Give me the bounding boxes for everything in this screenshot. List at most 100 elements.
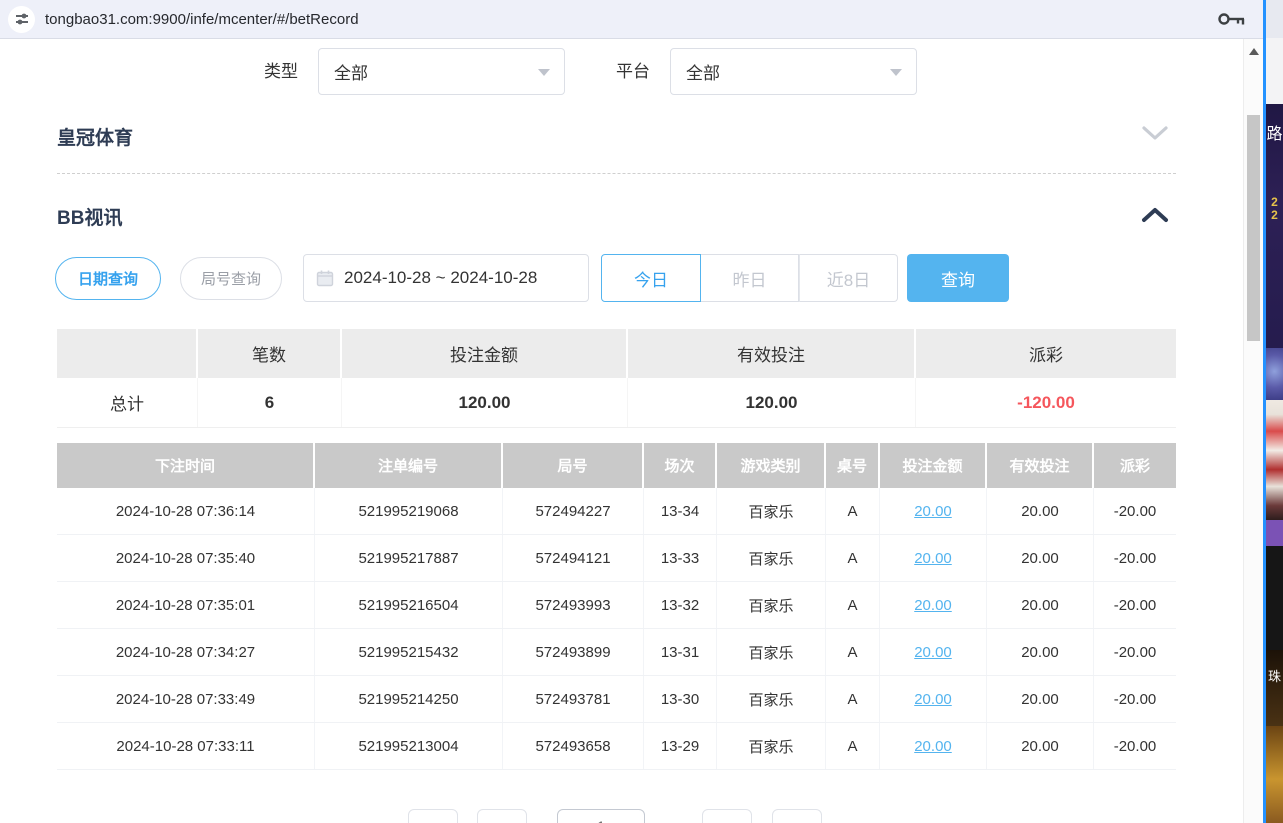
scrollbar-up-arrow-icon[interactable] bbox=[1249, 48, 1259, 55]
cell-table-no: A bbox=[826, 582, 880, 628]
cell-session: 13-31 bbox=[644, 629, 717, 675]
sliver-block bbox=[1266, 520, 1283, 546]
cell-game-type: 百家乐 bbox=[717, 723, 826, 769]
cell-round-no: 572494121 bbox=[503, 535, 644, 581]
pagination-first-button[interactable]: « bbox=[408, 809, 458, 823]
cell-game-type: 百家乐 bbox=[717, 676, 826, 722]
bet-amount-link[interactable]: 20.00 bbox=[914, 597, 952, 614]
tune-icon bbox=[14, 11, 30, 27]
sliver-block bbox=[1266, 0, 1283, 38]
sliver-block bbox=[1266, 348, 1283, 400]
chevron-down-icon bbox=[1141, 125, 1169, 142]
cell-bet-time: 2024-10-28 07:33:11 bbox=[57, 723, 315, 769]
sliver-block bbox=[1266, 38, 1283, 104]
cell-session: 13-30 bbox=[644, 676, 717, 722]
summary-header-valid-bet: 有效投注 bbox=[628, 329, 916, 378]
background-window-sliver: 路 2 2 珠 bbox=[1266, 0, 1283, 823]
table-row: 2024-10-28 07:33:11 521995213004 5724936… bbox=[57, 723, 1176, 770]
pagination-prev-button[interactable]: ‹ bbox=[477, 809, 527, 823]
site-settings-chip[interactable] bbox=[8, 6, 35, 33]
bet-amount-link[interactable]: 20.00 bbox=[914, 503, 952, 520]
browser-address-bar[interactable]: tongbao31.com:9900/infe/mcenter/#/betRec… bbox=[0, 0, 1263, 39]
cell-order-no: 521995216504 bbox=[315, 582, 503, 628]
type-label: 类型 bbox=[264, 48, 298, 95]
date-range-picker[interactable]: 2024-10-28 ~ 2024-10-28 bbox=[303, 254, 589, 302]
cell-valid-bet: 20.00 bbox=[987, 676, 1094, 722]
sliver-block bbox=[1266, 546, 1283, 650]
date-range-value: 2024-10-28 ~ 2024-10-28 bbox=[344, 268, 537, 288]
quick-range-group: 今日 昨日 近8日 bbox=[601, 254, 898, 302]
cell-order-no: 521995215432 bbox=[315, 629, 503, 675]
cell-order-no: 521995214250 bbox=[315, 676, 503, 722]
cell-game-type: 百家乐 bbox=[717, 535, 826, 581]
table-row: 2024-10-28 07:36:14 521995219068 5724942… bbox=[57, 488, 1176, 535]
vertical-scrollbar[interactable] bbox=[1243, 39, 1263, 823]
header-session: 场次 bbox=[644, 443, 717, 488]
header-payout: 派彩 bbox=[1094, 443, 1176, 488]
cell-order-no: 521995217887 bbox=[315, 535, 503, 581]
cell-payout: -20.00 bbox=[1094, 723, 1176, 769]
url-text: tongbao31.com:9900/infe/mcenter/#/betRec… bbox=[45, 11, 359, 28]
cell-round-no: 572493993 bbox=[503, 582, 644, 628]
cell-round-no: 572493658 bbox=[503, 723, 644, 769]
pagination-page-input[interactable]: 1 bbox=[557, 809, 645, 823]
cell-payout: -20.00 bbox=[1094, 582, 1176, 628]
bet-amount-link[interactable]: 20.00 bbox=[914, 691, 952, 708]
cell-order-no: 521995213004 bbox=[315, 723, 503, 769]
caret-down-icon bbox=[538, 69, 550, 76]
cell-game-type: 百家乐 bbox=[717, 582, 826, 628]
bb-section-toggle[interactable] bbox=[1141, 206, 1169, 228]
round-query-tab[interactable]: 局号查询 bbox=[180, 257, 282, 300]
type-select-value: 全部 bbox=[334, 59, 368, 84]
search-button[interactable]: 查询 bbox=[907, 254, 1009, 302]
cell-game-type: 百家乐 bbox=[717, 488, 826, 534]
sliver-block bbox=[1266, 400, 1283, 520]
cell-table-no: A bbox=[826, 535, 880, 581]
today-button[interactable]: 今日 bbox=[601, 254, 701, 302]
bet-amount-link[interactable]: 20.00 bbox=[914, 738, 952, 755]
section-title-bb-video[interactable]: BB视讯 bbox=[57, 203, 122, 230]
crown-section-toggle[interactable] bbox=[1141, 125, 1169, 147]
summary-bet-amount-value: 120.00 bbox=[342, 378, 628, 427]
cell-payout: -20.00 bbox=[1094, 488, 1176, 534]
scrollbar-thumb[interactable] bbox=[1247, 115, 1260, 341]
cell-game-type: 百家乐 bbox=[717, 629, 826, 675]
cell-valid-bet: 20.00 bbox=[987, 582, 1094, 628]
sliver-text-pearl: 珠 bbox=[1268, 669, 1281, 684]
summary-header-payout: 派彩 bbox=[916, 329, 1176, 378]
cell-valid-bet: 20.00 bbox=[987, 488, 1094, 534]
yesterday-button[interactable]: 昨日 bbox=[701, 254, 799, 302]
type-select[interactable]: 全部 bbox=[318, 48, 565, 95]
pagination-next-button[interactable]: › bbox=[702, 809, 752, 823]
cell-bet-time: 2024-10-28 07:33:49 bbox=[57, 676, 315, 722]
summary-total-label: 总计 bbox=[57, 378, 198, 427]
sliver-block: 路 2 2 bbox=[1266, 104, 1283, 348]
calendar-icon bbox=[316, 269, 334, 287]
table-row: 2024-10-28 07:35:40 521995217887 5724941… bbox=[57, 535, 1176, 582]
cell-round-no: 572493899 bbox=[503, 629, 644, 675]
cell-valid-bet: 20.00 bbox=[987, 629, 1094, 675]
summary-valid-bet-value: 120.00 bbox=[628, 378, 916, 427]
section-title-crown-sports[interactable]: 皇冠体育 bbox=[57, 123, 133, 150]
cell-payout: -20.00 bbox=[1094, 535, 1176, 581]
header-game-type: 游戏类别 bbox=[717, 443, 826, 488]
cell-table-no: A bbox=[826, 723, 880, 769]
cell-valid-bet: 20.00 bbox=[987, 723, 1094, 769]
section-divider bbox=[57, 173, 1176, 174]
password-key-button[interactable] bbox=[1217, 10, 1247, 33]
caret-down-icon bbox=[890, 69, 902, 76]
pagination-last-button[interactable]: » bbox=[772, 809, 822, 823]
bet-record-page: 类型 全部 平台 全部 皇冠体育 BB视讯 日期查询 局号查询 2024-10-… bbox=[0, 39, 1243, 823]
last-8-days-button[interactable]: 近8日 bbox=[799, 254, 898, 302]
header-bet-amount: 投注金额 bbox=[880, 443, 987, 488]
chevron-up-icon bbox=[1141, 206, 1169, 223]
header-order-no: 注单编号 bbox=[315, 443, 503, 488]
cell-session: 13-34 bbox=[644, 488, 717, 534]
platform-select[interactable]: 全部 bbox=[670, 48, 917, 95]
cell-payout: -20.00 bbox=[1094, 629, 1176, 675]
sliver-block: 珠 bbox=[1266, 650, 1283, 726]
bet-amount-link[interactable]: 20.00 bbox=[914, 644, 952, 661]
bet-amount-link[interactable]: 20.00 bbox=[914, 550, 952, 567]
date-query-tab[interactable]: 日期查询 bbox=[55, 257, 161, 300]
cell-session: 13-32 bbox=[644, 582, 717, 628]
